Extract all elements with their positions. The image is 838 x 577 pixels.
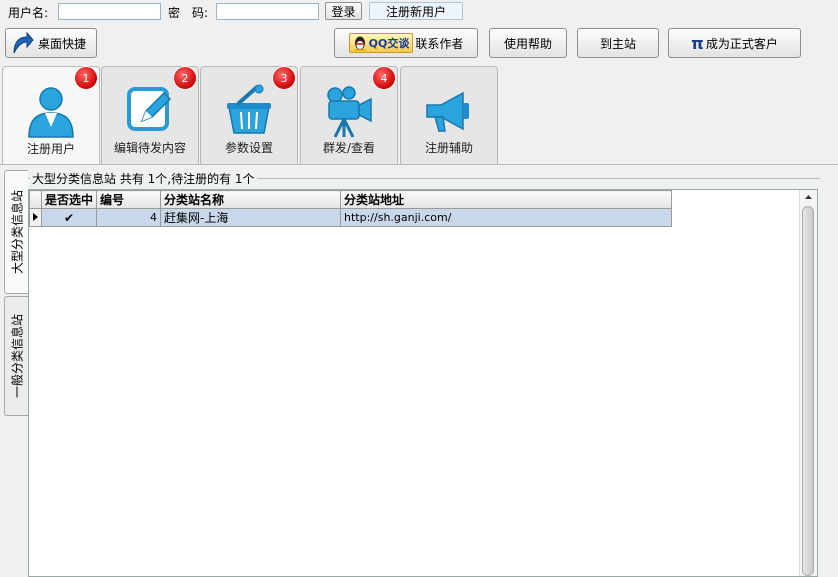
tab-edit-content[interactable]: 2 编辑待发内容 (101, 66, 199, 164)
contact-author-label: 联系作者 (415, 36, 464, 51)
tab-register-assist[interactable]: 注册辅助 (400, 66, 498, 164)
username-input[interactable] (58, 3, 161, 20)
tab-mass-post-view[interactable]: 4 群发/查看 (300, 66, 398, 164)
contact-author-button[interactable]: QQ交谈 联系作者 (334, 28, 478, 58)
side-tab-label: 大型分类信息站 (10, 189, 24, 275)
desktop-shortcut-label: 桌面快捷 (38, 36, 87, 51)
shortcut-arrow-icon (13, 31, 34, 54)
qq-chat-badge[interactable]: QQ交谈 (348, 33, 414, 53)
row-site-name: 赶集网-上海 (160, 208, 342, 227)
qq-chat-label: QQ交谈 (368, 37, 410, 50)
column-header-selected[interactable]: 是否选中 (40, 190, 98, 209)
tab-label: 注册用户 (26, 142, 75, 156)
become-customer-label: 成为正式客户 (705, 36, 778, 51)
tab-label: 群发/查看 (322, 141, 376, 155)
group-caption: 大型分类信息站 共有 1个,待注册的有 1个 (30, 172, 257, 186)
tab-parameter-settings[interactable]: 3 参数设置 (200, 66, 298, 164)
qq-penguin-icon (354, 36, 366, 51)
row-selected-checkbox[interactable]: ✔ (40, 208, 98, 227)
user-icon (28, 87, 74, 138)
side-tab-large-sites[interactable]: 大型分类信息站 (4, 170, 28, 294)
become-customer-button[interactable]: π 成为正式客户 (668, 28, 801, 58)
table-row[interactable]: ✔ 4 赶集网-上海 http://sh.ganji.com/ (29, 208, 673, 227)
row-indicator (29, 208, 42, 227)
username-label: 用户名: (8, 6, 49, 20)
tab-label: 注册辅助 (424, 141, 473, 155)
help-button[interactable]: 使用帮助 (489, 28, 567, 58)
tab-badge: 4 (372, 66, 396, 90)
tab-badge: 3 (272, 66, 296, 90)
site-grid[interactable]: 是否选中 编号 分类站名称 分类站地址 ✔ 4 赶集网-上海 http://sh… (28, 189, 818, 577)
column-header-id[interactable]: 编号 (96, 190, 162, 209)
password-input[interactable] (216, 3, 319, 20)
scrollbar-thumb[interactable] (802, 206, 814, 576)
row-id: 4 (96, 208, 162, 227)
desktop-shortcut-button[interactable]: 桌面快捷 (5, 28, 97, 58)
side-tab-label: 一般分类信息站 (10, 313, 24, 399)
grid-header-row: 是否选中 编号 分类站名称 分类站地址 (29, 190, 673, 209)
tab-label: 参数设置 (224, 141, 273, 155)
edit-icon (127, 87, 172, 131)
tab-register-user[interactable]: 1 注册用户 (2, 66, 100, 165)
password-label: 密 码: (168, 6, 209, 20)
tab-badge: 2 (173, 66, 197, 90)
camera-icon (327, 86, 372, 138)
row-indicator-header (29, 190, 42, 209)
column-header-name[interactable]: 分类站名称 (160, 190, 342, 209)
tab-panel-border (0, 164, 838, 165)
login-button[interactable]: 登录 (325, 2, 362, 20)
current-row-arrow-icon (33, 212, 38, 221)
megaphone-icon (426, 91, 469, 132)
tab-label: 编辑待发内容 (113, 141, 186, 155)
pi-icon: π (691, 33, 704, 53)
scroll-up-arrow-icon[interactable] (800, 190, 817, 204)
home-button[interactable]: 到主站 (577, 28, 659, 58)
side-tab-general-sites[interactable]: 一般分类信息站 (4, 296, 28, 416)
register-button[interactable]: 注册新用户 (369, 2, 463, 20)
row-site-url: http://sh.ganji.com/ (340, 208, 673, 227)
tab-badge: 1 (74, 66, 98, 90)
column-header-url[interactable]: 分类站地址 (340, 190, 673, 209)
vertical-scrollbar[interactable] (799, 190, 817, 576)
basket-settings-icon (227, 84, 271, 134)
